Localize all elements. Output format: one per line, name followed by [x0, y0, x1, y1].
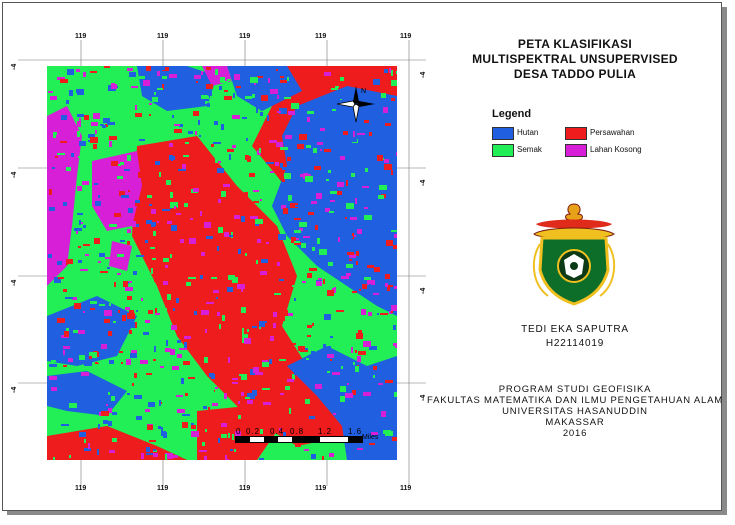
north-arrow-label: N — [361, 88, 366, 95]
legend-label-lahan-kosong: Lahan Kosong — [590, 145, 642, 154]
legend-swatch-hutan — [492, 127, 514, 140]
classified-raster-map — [47, 66, 397, 460]
grid-label-left-1: -4 — [11, 63, 18, 70]
grid-label-left-3: -4 — [11, 279, 18, 286]
grid-label-bottom-3: 119 — [239, 485, 251, 492]
author-block: TEDI EKA SAPUTRA H22114019 — [470, 324, 680, 350]
scale-unit: Miles — [362, 434, 379, 441]
grid-label-bottom-5: 119 — [400, 485, 412, 492]
institution-block: PROGRAM STUDI GEOFISIKA FAKULTAS MATEMAT… — [427, 384, 723, 439]
scale-label-2: 0.4 — [270, 427, 285, 436]
grid-label-bottom-1: 119 — [75, 485, 87, 492]
author-name: TEDI EKA SAPUTRA — [521, 324, 629, 335]
grid-label-left-4: -4 — [11, 386, 18, 393]
legend-label-semak: Semak — [517, 145, 542, 154]
grid-label-right-1: -4 — [420, 71, 427, 78]
university-emblem-icon — [532, 203, 616, 306]
scale-label-3: 0.8 — [290, 427, 305, 436]
grid-label-top-1: 119 — [75, 33, 87, 40]
grid-label-top-5: 119 — [400, 33, 412, 40]
map-title: PETA KLASIFIKASI MULTISPEKTRAL UNSUPERVI… — [472, 37, 678, 81]
grid-label-bottom-2: 119 — [157, 485, 169, 492]
legend-title: Legend — [492, 108, 532, 120]
author-id: H22114019 — [545, 338, 605, 349]
legend-label-hutan: Hutan — [517, 128, 539, 137]
scale-label-4: 1.2 — [318, 427, 333, 436]
scale-bar — [235, 436, 363, 443]
grid-label-top-3: 119 — [239, 33, 251, 40]
legend-swatch-persawahan — [565, 127, 587, 140]
north-arrow-icon: N — [336, 86, 375, 123]
grid-label-left-2: -4 — [11, 171, 18, 178]
grid-label-top-2: 119 — [157, 33, 169, 40]
grid-label-top-4: 119 — [315, 33, 327, 40]
grid-label-right-3: -4 — [420, 287, 427, 294]
legend-label-persawahan: Persawahan — [590, 128, 635, 137]
grid-label-bottom-4: 119 — [315, 485, 327, 492]
scale-label-0: 0 — [236, 427, 242, 436]
legend-swatch-lahan-kosong — [565, 144, 587, 157]
scale-label-1: 0.2 — [246, 427, 261, 436]
legend-swatch-semak — [492, 144, 514, 157]
scale-label-5: 1.6 — [348, 427, 363, 436]
grid-label-right-2: -4 — [420, 179, 427, 186]
